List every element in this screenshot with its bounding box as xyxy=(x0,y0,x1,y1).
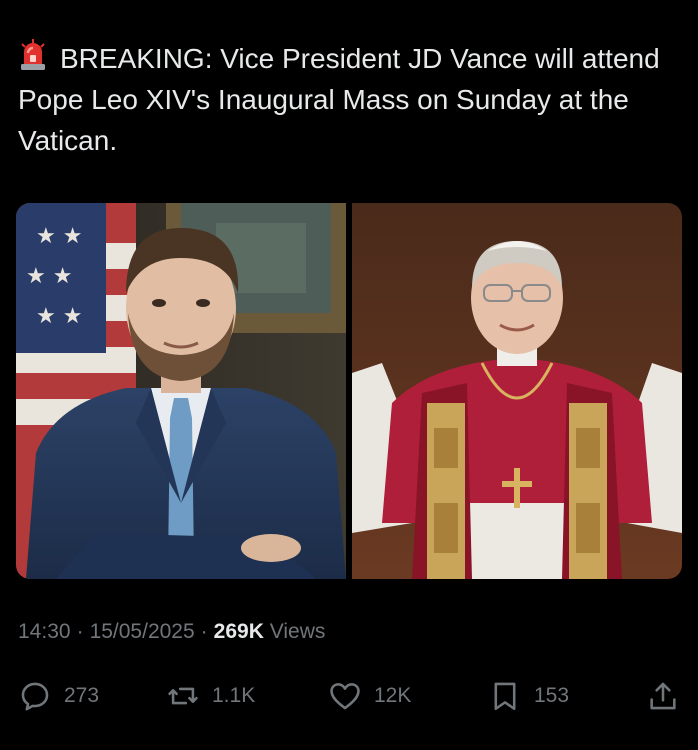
bookmark-count: 153 xyxy=(534,684,570,707)
portrait-photo-right[interactable] xyxy=(352,203,682,579)
police-car-light-icon xyxy=(18,38,48,72)
separator-dot: · xyxy=(200,620,208,643)
bookmark-icon xyxy=(494,682,516,711)
tweet-date[interactable]: 15/05/2025 xyxy=(90,620,195,643)
repost-icon xyxy=(168,687,198,705)
tweet-time[interactable]: 14:30 xyxy=(18,620,71,643)
tweet-actions: 273 1.1K 12K 153 xyxy=(18,672,680,720)
repost-button[interactable]: 1.1K xyxy=(166,672,255,720)
portrait-photo-left[interactable]: ★ ★ ★ ★ ★ ★ xyxy=(16,203,346,579)
svg-text:★ ★: ★ ★ xyxy=(26,264,72,289)
reply-icon xyxy=(21,682,49,711)
share-button[interactable] xyxy=(646,672,680,720)
heart-icon xyxy=(330,683,360,710)
separator-dot: · xyxy=(76,620,84,643)
reply-button[interactable]: 273 xyxy=(18,672,99,720)
share-icon xyxy=(650,682,676,710)
views-count: 269K xyxy=(213,620,264,643)
svg-text:★ ★: ★ ★ xyxy=(36,304,82,329)
like-count: 12K xyxy=(374,684,412,707)
tweet-text: BREAKING: Vice President JD Vance will a… xyxy=(18,38,680,161)
like-button[interactable]: 12K xyxy=(328,672,411,720)
tweet-media[interactable]: ★ ★ ★ ★ ★ ★ xyxy=(16,203,682,579)
reply-count: 273 xyxy=(64,684,100,707)
svg-text:★ ★: ★ ★ xyxy=(36,224,82,249)
views-label: Views xyxy=(269,620,326,643)
tweet-meta: 14:30 · 15/05/2025 · 269K Views xyxy=(18,620,325,644)
tweet-body: BREAKING: Vice President JD Vance will a… xyxy=(18,43,660,156)
bookmark-button[interactable]: 153 xyxy=(488,672,569,720)
repost-count: 1.1K xyxy=(212,684,256,707)
